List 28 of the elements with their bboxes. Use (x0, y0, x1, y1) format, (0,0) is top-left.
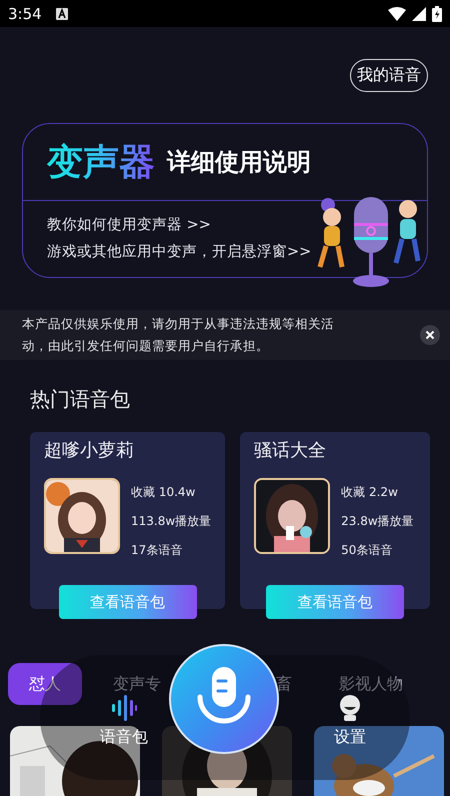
guide-link[interactable]: 教你如何使用变声器 >> (47, 215, 211, 234)
favorites-count: 收藏 2.2w (341, 484, 399, 501)
robot-icon (339, 695, 361, 721)
play-count: 23.8w播放量 (341, 513, 414, 530)
voice-count: 50条语音 (341, 542, 394, 559)
category-tab[interactable]: 怼人 (8, 663, 82, 705)
my-voice-button[interactable]: 我的语音 (350, 58, 428, 92)
category-tab[interactable]: 影视人物 (339, 674, 403, 694)
signal-icon (412, 6, 426, 20)
disclaimer-text: 本产品仅供娱乐使用，请勿用于从事违法违规等相关活动，由此引发任何问题需要用户自行承担。 (22, 315, 335, 355)
nav-item[interactable]: 语音包 (94, 695, 154, 748)
battery-icon (432, 6, 442, 22)
play-count: 113.8w播放量 (131, 513, 212, 530)
pack-name: 骚话大全 (254, 439, 328, 462)
notification-icon (56, 8, 68, 20)
sound-wave-icon (111, 695, 137, 721)
category-tab[interactable]: 畜 (276, 674, 292, 694)
banner-title: 详细使用说明 (167, 147, 311, 178)
category-tab[interactable]: 变声专 (113, 674, 161, 694)
section-title: 热门语音包 (30, 386, 131, 413)
pack-name: 超嗲小萝莉 (44, 439, 135, 462)
status-time: 3:54 (8, 4, 42, 22)
wifi-icon (388, 6, 406, 20)
favorites-count: 收藏 10.4w (131, 484, 196, 501)
voice-count: 17条语音 (131, 542, 184, 559)
nav-item[interactable]: 设置 (320, 695, 380, 748)
guide-link[interactable]: 游戏或其他应用中变声，开启悬浮窗>> (47, 242, 312, 261)
close-icon[interactable] (420, 325, 440, 345)
